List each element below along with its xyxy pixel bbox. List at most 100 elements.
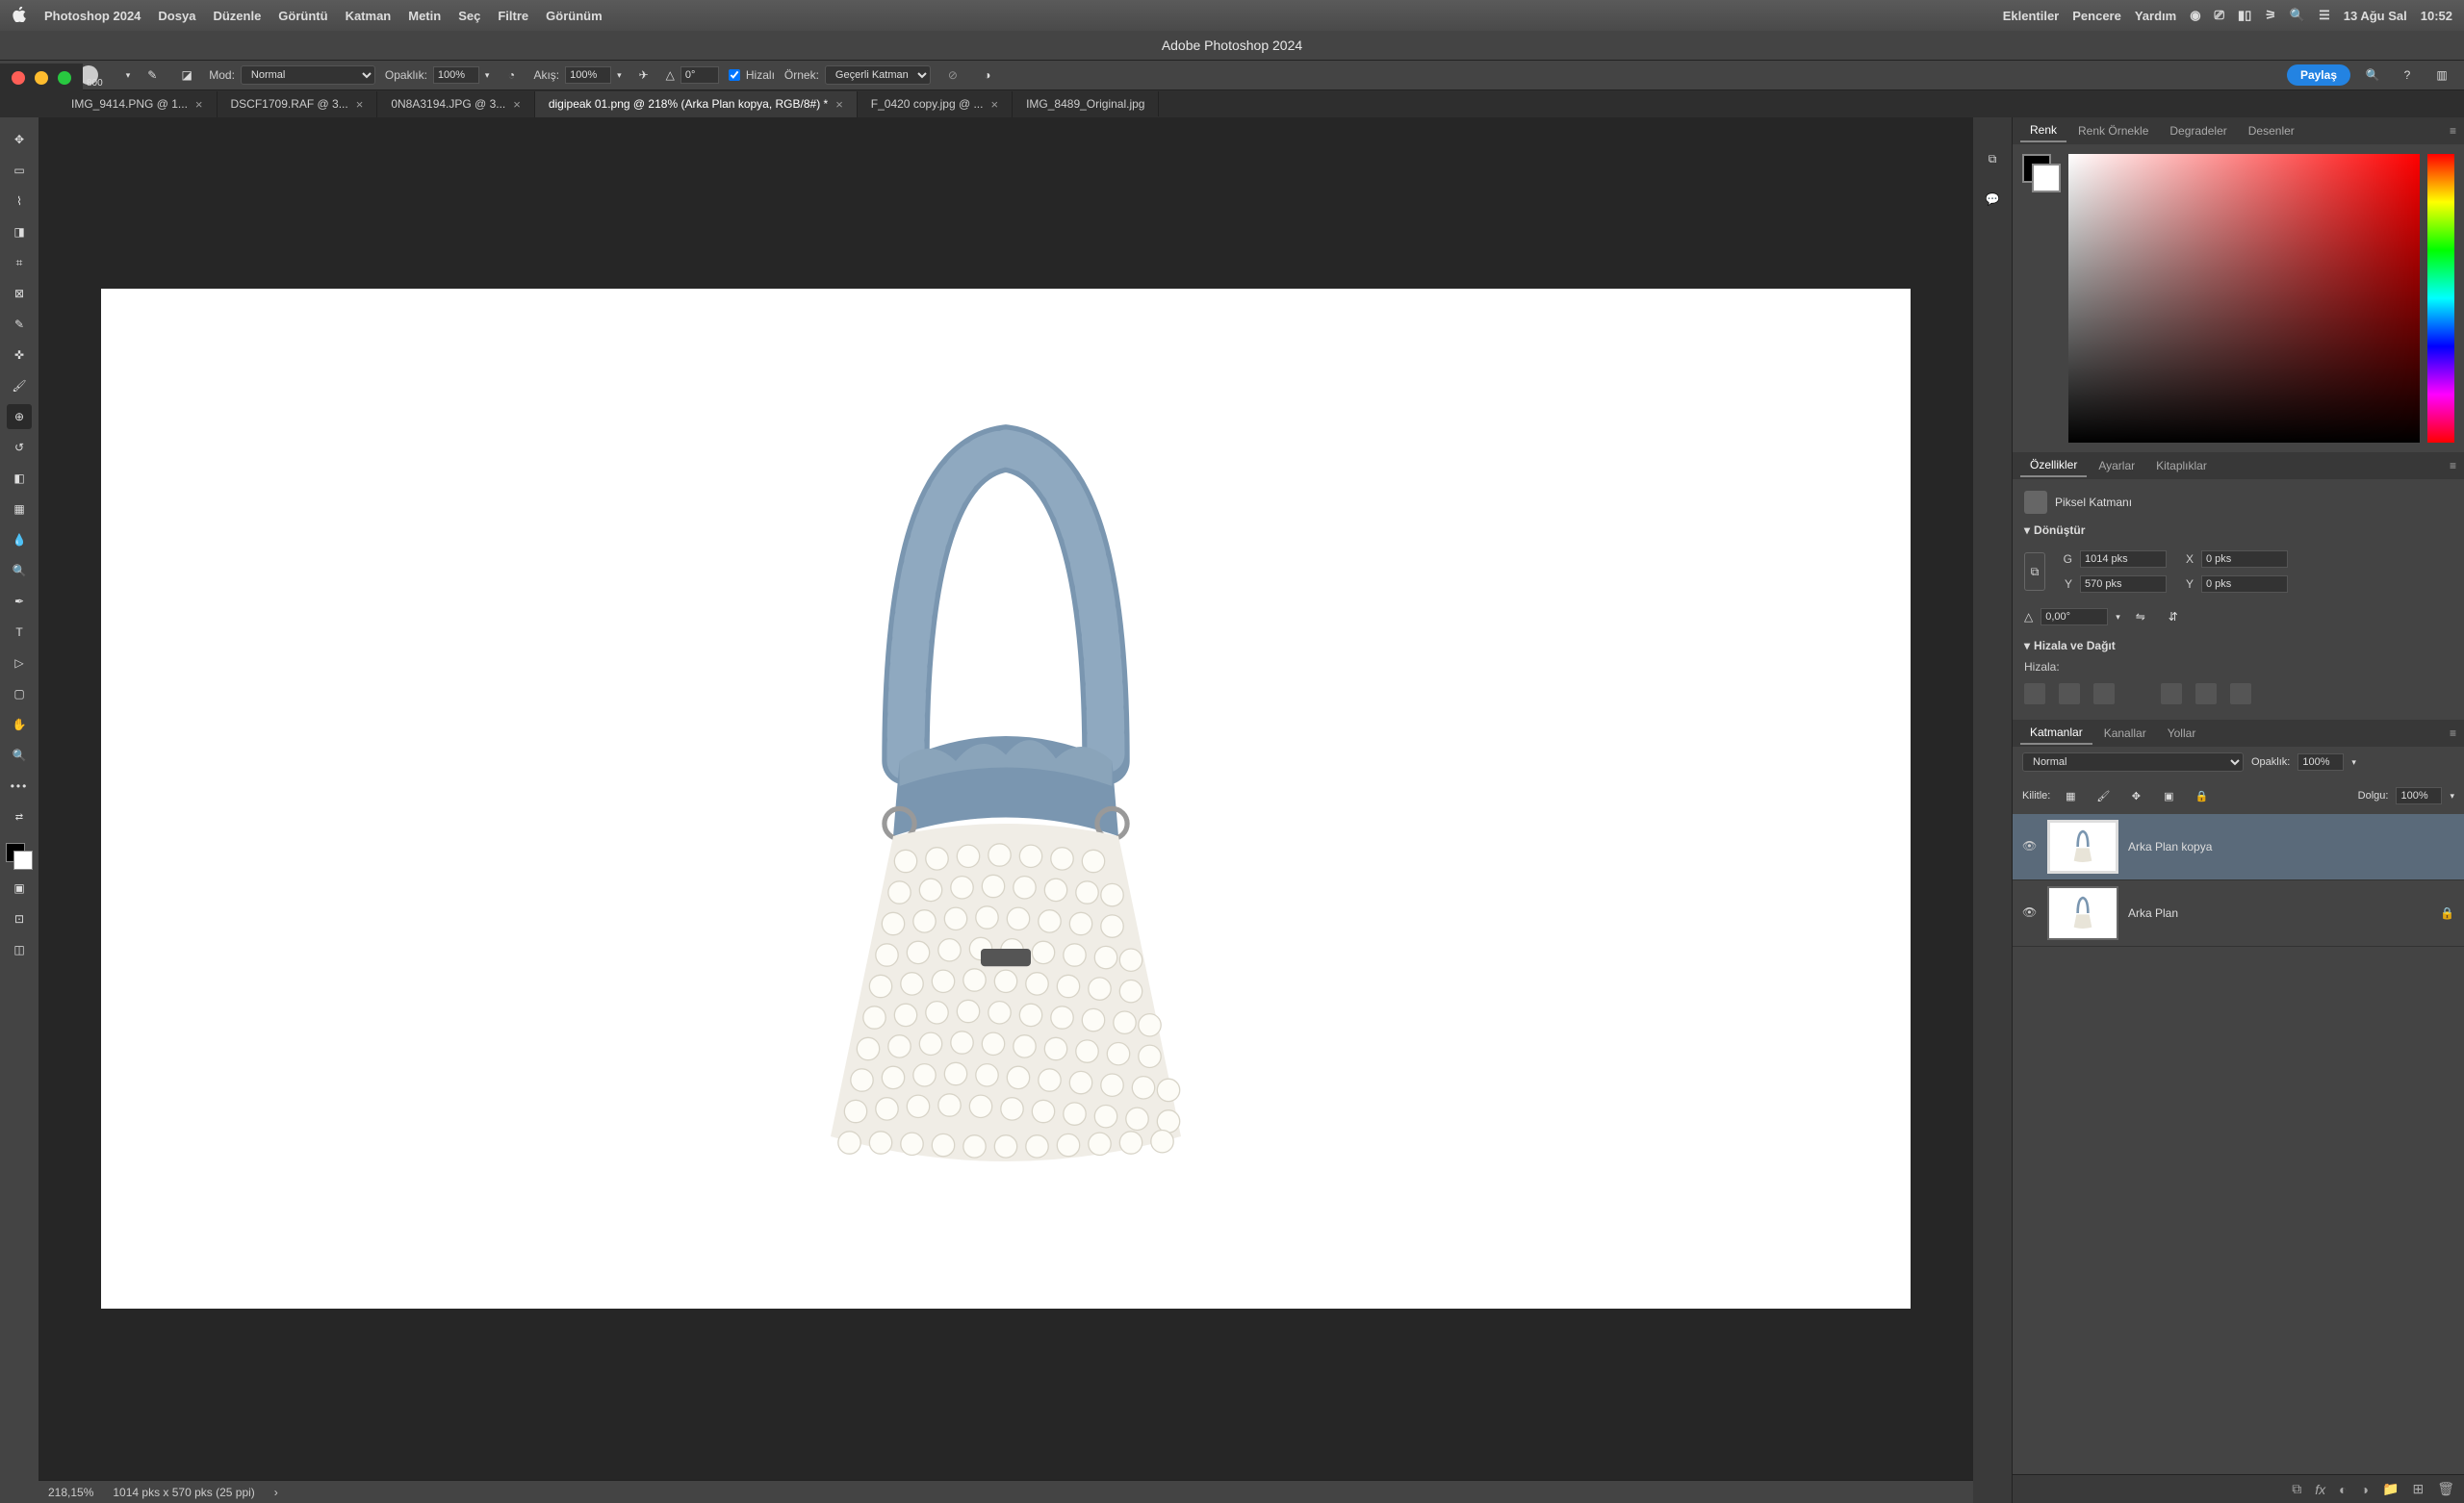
bg-color-swatch[interactable] bbox=[2032, 164, 2061, 192]
close-icon[interactable]: × bbox=[990, 97, 998, 112]
apple-logo-icon[interactable] bbox=[12, 7, 27, 25]
angle-input[interactable] bbox=[680, 66, 719, 84]
toggle-icon[interactable]: ⎚ bbox=[2215, 8, 2224, 23]
blend-mode-select[interactable]: Normal bbox=[241, 65, 375, 85]
gradient-tool[interactable]: ▦ bbox=[7, 497, 32, 522]
document-tab[interactable]: IMG_9414.PNG @ 1...× bbox=[58, 91, 218, 117]
clone-stamp-tool[interactable]: ⊕ bbox=[7, 404, 32, 429]
fill-input[interactable] bbox=[2396, 787, 2442, 804]
visibility-icon[interactable]: 👁 bbox=[2022, 839, 2038, 854]
eyedropper-tool[interactable]: ✎ bbox=[7, 312, 32, 337]
close-window-button[interactable] bbox=[12, 71, 25, 85]
document-tab-active[interactable]: digipeak 01.png @ 218% (Arka Plan kopya,… bbox=[535, 91, 858, 117]
zoom-tool[interactable]: 🔍 bbox=[7, 743, 32, 768]
width-input[interactable] bbox=[2080, 550, 2167, 568]
delete-layer-icon[interactable]: 🗑 bbox=[2437, 1481, 2454, 1497]
tab-swatches[interactable]: Renk Örnekle bbox=[2068, 120, 2158, 141]
layer-fx-icon[interactable]: fx bbox=[2315, 1482, 2325, 1497]
document-canvas[interactable] bbox=[101, 289, 1911, 1309]
color-swatches[interactable] bbox=[6, 843, 33, 870]
menu-select[interactable]: Seç bbox=[458, 9, 480, 23]
lock-all-icon[interactable]: 🔒 bbox=[2189, 783, 2214, 808]
pressure-opacity-icon[interactable]: ◔ bbox=[499, 63, 524, 88]
share-button[interactable]: Paylaş bbox=[2287, 64, 2350, 86]
close-icon[interactable]: × bbox=[356, 97, 364, 112]
quick-mask-tool[interactable]: ▣ bbox=[7, 876, 32, 901]
tab-properties[interactable]: Özellikler bbox=[2020, 454, 2087, 477]
edit-toolbar[interactable]: ••• bbox=[7, 774, 32, 799]
panel-menu-icon[interactable]: ≡ bbox=[2450, 124, 2456, 138]
y-input[interactable] bbox=[2201, 575, 2288, 593]
layer-mask-icon[interactable]: ◐ bbox=[2339, 1482, 2347, 1497]
status-arrow-icon[interactable]: › bbox=[274, 1486, 278, 1499]
lock-artboard-icon[interactable]: ▣ bbox=[2156, 783, 2181, 808]
layer-opacity-input[interactable] bbox=[2297, 753, 2344, 771]
menu-plugins[interactable]: Eklentiler bbox=[2003, 9, 2060, 23]
align-bottom-icon[interactable] bbox=[2230, 683, 2251, 704]
marquee-tool[interactable]: ▭ bbox=[7, 158, 32, 183]
menu-file[interactable]: Dosya bbox=[158, 9, 195, 23]
link-layers-icon[interactable]: ⧉ bbox=[2292, 1481, 2301, 1497]
battery-icon[interactable]: ▮▯ bbox=[2238, 8, 2251, 23]
new-layer-icon[interactable]: ⊞ bbox=[2412, 1481, 2424, 1497]
lock-transparent-icon[interactable]: ▦ bbox=[2058, 783, 2083, 808]
comments-panel-icon[interactable]: 💬 bbox=[1980, 187, 2005, 212]
brush-tool[interactable]: 🖌 bbox=[7, 373, 32, 398]
height-input[interactable] bbox=[2080, 575, 2167, 593]
tab-libraries[interactable]: Kitaplıklar bbox=[2146, 455, 2217, 476]
layer-thumbnail[interactable] bbox=[2047, 886, 2118, 940]
history-panel-icon[interactable]: ⧉ bbox=[1980, 146, 2005, 171]
tab-layers[interactable]: Katmanlar bbox=[2020, 722, 2092, 745]
menu-image[interactable]: Görüntü bbox=[278, 9, 327, 23]
spotlight-icon[interactable]: 🔍 bbox=[2290, 8, 2305, 23]
panel-menu-icon[interactable]: ≡ bbox=[2450, 459, 2456, 472]
brush-size-control[interactable]: 800 ▾ bbox=[79, 65, 130, 85]
align-center-v-icon[interactable] bbox=[2195, 683, 2217, 704]
link-icon[interactable]: ⧉ bbox=[2024, 552, 2045, 591]
layer-row[interactable]: 👁 Arka Plan 🔒 bbox=[2013, 880, 2464, 947]
layer-thumbnail[interactable] bbox=[2047, 820, 2118, 874]
swap-colors-icon[interactable]: ⇄ bbox=[7, 804, 32, 829]
rotation-input[interactable] bbox=[2040, 608, 2108, 625]
dodge-tool[interactable]: 🔍 bbox=[7, 558, 32, 583]
history-brush-tool[interactable]: ↺ bbox=[7, 435, 32, 460]
x-input[interactable] bbox=[2201, 550, 2288, 568]
hue-slider[interactable] bbox=[2427, 154, 2454, 443]
close-icon[interactable]: × bbox=[835, 97, 843, 112]
path-select-tool[interactable]: ▷ bbox=[7, 650, 32, 675]
align-top-icon[interactable] bbox=[2161, 683, 2182, 704]
background-swatch[interactable] bbox=[13, 851, 33, 870]
adjustment-layer-icon[interactable]: ◑ bbox=[2361, 1482, 2369, 1497]
color-swatches[interactable] bbox=[2022, 154, 2061, 192]
type-tool[interactable]: T bbox=[7, 620, 32, 645]
menu-window[interactable]: Pencere bbox=[2072, 9, 2121, 23]
flip-v-icon[interactable]: ⇵ bbox=[2161, 604, 2186, 629]
close-icon[interactable]: × bbox=[513, 97, 521, 112]
lock-position-icon[interactable]: ✥ bbox=[2123, 783, 2148, 808]
brush-settings-icon[interactable]: ✎ bbox=[140, 63, 165, 88]
tab-patterns[interactable]: Desenler bbox=[2239, 120, 2304, 141]
transform-heading[interactable]: ▾Dönüştür bbox=[2024, 518, 2452, 543]
tab-paths[interactable]: Yollar bbox=[2158, 723, 2206, 744]
align-heading[interactable]: ▾Hizala ve Dağıt bbox=[2024, 633, 2452, 658]
menu-edit[interactable]: Düzenle bbox=[213, 9, 261, 23]
workspace-icon[interactable]: ▥ bbox=[2429, 63, 2454, 88]
document-tab[interactable]: DSCF1709.RAF @ 3...× bbox=[218, 91, 378, 117]
visibility-icon[interactable]: 👁 bbox=[2022, 905, 2038, 921]
align-right-icon[interactable] bbox=[2093, 683, 2115, 704]
menu-view[interactable]: Görünüm bbox=[546, 9, 603, 23]
zoom-level[interactable]: 218,15% bbox=[48, 1486, 93, 1499]
clone-source-icon[interactable]: ◪ bbox=[174, 63, 199, 88]
frame-tool[interactable]: ⊠ bbox=[7, 281, 32, 306]
menu-layer[interactable]: Katman bbox=[346, 9, 392, 23]
tab-channels[interactable]: Kanallar bbox=[2094, 723, 2156, 744]
menu-help[interactable]: Yardım bbox=[2135, 9, 2176, 23]
search-icon[interactable]: 🔍 bbox=[2360, 63, 2385, 88]
move-tool[interactable]: ✥ bbox=[7, 127, 32, 152]
menu-filter[interactable]: Filtre bbox=[498, 9, 528, 23]
maximize-window-button[interactable] bbox=[58, 71, 71, 85]
pressure-size-icon[interactable]: ◑ bbox=[975, 63, 1000, 88]
airbrush-icon[interactable]: ✈ bbox=[631, 63, 656, 88]
lasso-tool[interactable]: ⌇ bbox=[7, 189, 32, 214]
tab-adjustments[interactable]: Ayarlar bbox=[2089, 455, 2144, 476]
